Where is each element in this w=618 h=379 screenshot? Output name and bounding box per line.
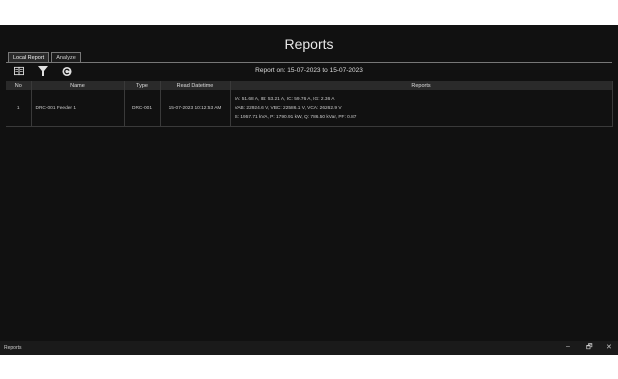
table-header-row: No Name Type Read Datetime Reports bbox=[6, 81, 613, 90]
table-row[interactable]: 1 DRC-001 Feeder 1 DRC-001 15-07-2023 10… bbox=[6, 90, 613, 127]
reports-window: Reports Local Report Analyze Report on: … bbox=[0, 25, 618, 355]
report-line-power: S: 1957.71 kVA, P: 1790.91 kW, Q: 786.50… bbox=[234, 114, 357, 120]
cell-type: DRC-001 bbox=[124, 90, 161, 127]
taskbar-label: Reports bbox=[4, 345, 22, 351]
taskbar: Reports – 🗗 ✕ bbox=[0, 341, 618, 355]
cell-no: 1 bbox=[6, 90, 32, 127]
restore-button[interactable]: 🗗 bbox=[586, 343, 593, 354]
header-reports[interactable]: Reports bbox=[230, 81, 613, 90]
close-button[interactable]: ✕ bbox=[606, 343, 612, 351]
tab-divider bbox=[6, 62, 612, 63]
header-no[interactable]: No bbox=[6, 81, 32, 90]
cell-name: DRC-001 Feeder 1 bbox=[31, 90, 125, 127]
cell-read-datetime: 15-07-2023 10:12:53 AM bbox=[160, 90, 231, 127]
cell-reports: IA: 51.68 A, IB: 53.21 A, IC: 59.76 A, I… bbox=[230, 90, 613, 127]
report-line-current: IA: 51.68 A, IB: 53.21 A, IC: 59.76 A, I… bbox=[234, 96, 335, 102]
report-line-voltage: VAB: 22924.6 V, VBC: 22586.1 V, VCA: 262… bbox=[234, 105, 342, 111]
header-name[interactable]: Name bbox=[31, 81, 125, 90]
reports-table: No Name Type Read Datetime Reports 1 DRC… bbox=[6, 81, 613, 127]
report-range-label: Report on: 15-07-2023 to 15-07-2023 bbox=[255, 67, 363, 74]
header-type[interactable]: Type bbox=[124, 81, 161, 90]
header-read-datetime[interactable]: Read Datetime bbox=[160, 81, 231, 90]
page-title: Reports bbox=[284, 36, 334, 52]
minimize-button[interactable]: – bbox=[566, 343, 570, 350]
